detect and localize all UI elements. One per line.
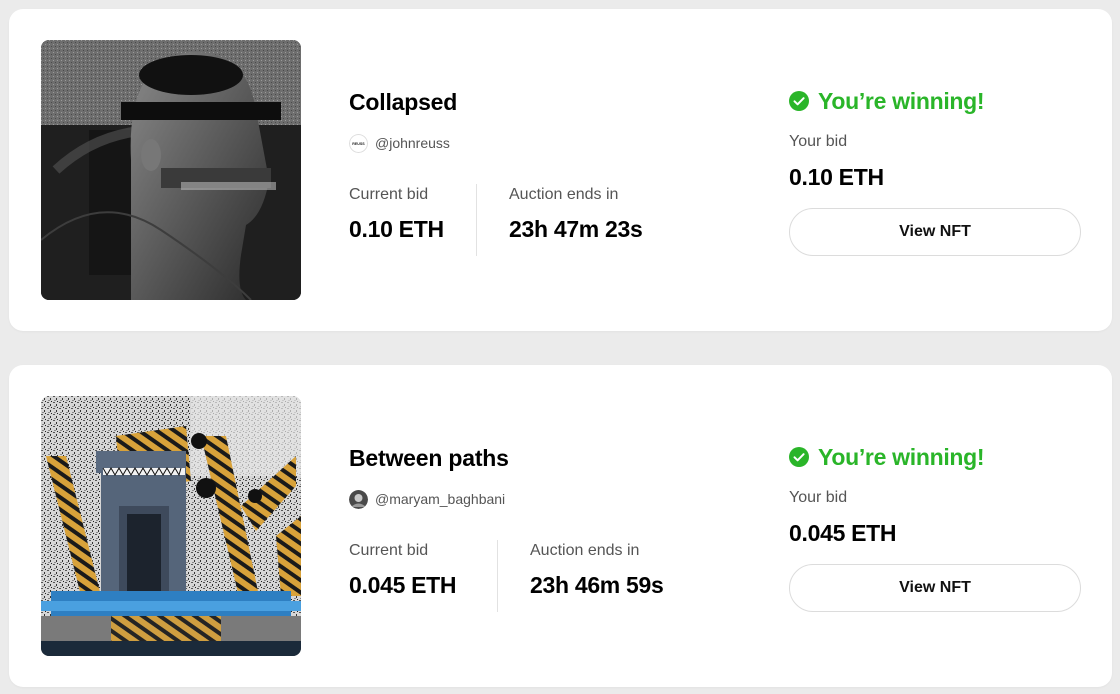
winning-status: You’re winning! bbox=[789, 443, 985, 470]
status-text: You’re winning! bbox=[818, 443, 985, 470]
status-text: You’re winning! bbox=[818, 87, 985, 114]
your-bid-value: 0.045 ETH bbox=[789, 520, 897, 546]
nft-artwork-image[interactable] bbox=[41, 396, 301, 656]
current-bid-label: Current bid bbox=[349, 542, 429, 559]
auction-countdown: 23h 46m 59s bbox=[530, 572, 664, 598]
auction-ends-label: Auction ends in bbox=[509, 186, 619, 203]
current-bid-label: Current bid bbox=[349, 186, 429, 203]
your-bid-label: Your bid bbox=[789, 489, 848, 506]
stat-divider bbox=[476, 184, 477, 256]
auction-card: Between paths @maryam_baghbani Current b… bbox=[9, 365, 1112, 687]
creator-handle: @johnreuss bbox=[375, 135, 450, 151]
your-bid-value: 0.10 ETH bbox=[789, 164, 884, 190]
creator-avatar: REUSS bbox=[349, 133, 368, 153]
check-circle-icon bbox=[789, 447, 809, 467]
stat-divider bbox=[497, 540, 498, 612]
view-nft-button[interactable]: View NFT bbox=[789, 208, 1081, 256]
winning-status: You’re winning! bbox=[789, 87, 985, 114]
creator-link[interactable]: REUSS @johnreuss bbox=[349, 133, 450, 153]
your-bid-label: Your bid bbox=[789, 133, 848, 150]
creator-handle: @maryam_baghbani bbox=[375, 491, 506, 507]
nft-title[interactable]: Between paths bbox=[349, 445, 509, 472]
current-bid-value: 0.045 ETH bbox=[349, 572, 457, 598]
creator-link[interactable]: @maryam_baghbani bbox=[349, 489, 505, 509]
check-circle-icon bbox=[789, 91, 809, 111]
nft-artwork-image[interactable] bbox=[41, 40, 301, 300]
svg-text:REUSS: REUSS bbox=[352, 142, 365, 146]
auction-countdown: 23h 47m 23s bbox=[509, 216, 643, 242]
auction-card: Collapsed REUSS @johnreuss Current bid 0… bbox=[9, 9, 1112, 331]
nft-title[interactable]: Collapsed bbox=[349, 89, 457, 116]
view-nft-button[interactable]: View NFT bbox=[789, 564, 1081, 612]
creator-avatar bbox=[349, 489, 368, 509]
auction-ends-label: Auction ends in bbox=[530, 542, 640, 559]
current-bid-value: 0.10 ETH bbox=[349, 216, 444, 242]
